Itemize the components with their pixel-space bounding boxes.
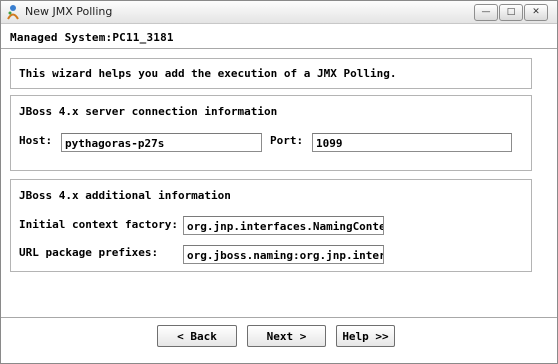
managed-system-label: Managed System:PC11_3181: [10, 31, 174, 44]
host-input[interactable]: pythagoras-p27s: [61, 133, 262, 152]
context-factory-input[interactable]: org.jnp.interfaces.NamingContextFactory: [183, 216, 384, 235]
help-button[interactable]: Help >>: [336, 325, 395, 347]
close-button[interactable]: ✕: [524, 4, 548, 21]
url-prefixes-input[interactable]: org.jboss.naming:org.jnp.interfaces: [183, 245, 384, 264]
intro-text: This wizard helps you add the execution …: [19, 67, 397, 80]
next-button[interactable]: Next >: [247, 325, 326, 347]
context-factory-label: Initial context factory:: [19, 218, 178, 231]
intro-panel: This wizard helps you add the execution …: [10, 58, 532, 89]
additional-panel: JBoss 4.x additional information Initial…: [10, 179, 532, 272]
host-label: Host:: [19, 134, 53, 147]
additional-heading: JBoss 4.x additional information: [19, 189, 231, 202]
minimize-icon: —: [481, 7, 491, 17]
app-icon: [7, 5, 19, 20]
connection-panel: JBoss 4.x server connection information …: [10, 95, 532, 171]
connection-heading: JBoss 4.x server connection information: [19, 105, 278, 118]
title-bar: New JMX Polling — □ ✕: [1, 1, 557, 24]
maximize-icon: □: [506, 7, 516, 17]
window-title: New JMX Polling: [25, 5, 113, 18]
maximize-button[interactable]: □: [499, 4, 523, 21]
port-label: Port:: [270, 134, 304, 147]
footer-separator: [1, 317, 557, 319]
back-button[interactable]: < Back: [157, 325, 237, 347]
close-icon: ✕: [532, 7, 540, 17]
minimize-button[interactable]: —: [474, 4, 498, 21]
port-input[interactable]: 1099: [312, 133, 512, 152]
header-separator: [1, 48, 557, 50]
wizard-window: New JMX Polling — □ ✕ Managed System:PC1…: [0, 0, 558, 364]
url-prefixes-label: URL package prefixes:: [19, 246, 159, 259]
